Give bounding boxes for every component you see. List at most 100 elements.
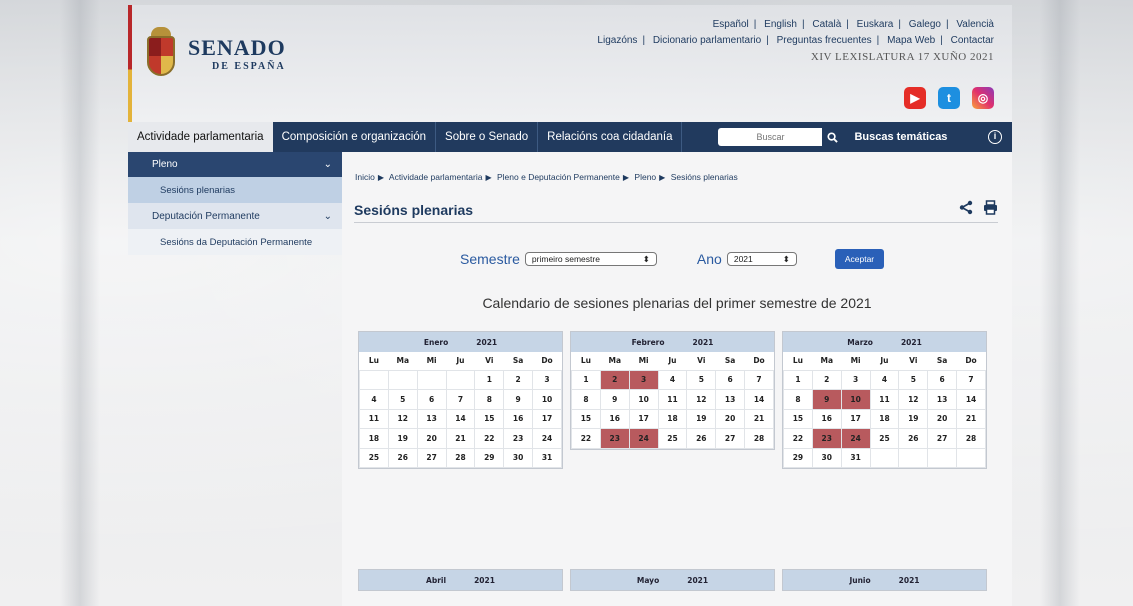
calendar-day: 1 bbox=[474, 369, 505, 390]
semestre-select[interactable]: primeiro semestre ⬍ bbox=[524, 252, 657, 266]
youtube-icon[interactable]: ▶ bbox=[904, 87, 926, 109]
weekday-label: Do bbox=[753, 356, 765, 366]
sidebar-item-sesions-plenarias[interactable]: Sesións plenarias bbox=[128, 177, 342, 203]
session-day[interactable]: 2 bbox=[599, 369, 630, 390]
senado-logo[interactable]: SENADO DE ESPAÑA bbox=[144, 27, 286, 81]
calendar-day: 7 bbox=[956, 369, 986, 390]
calendar-header: Marzo 2021 bbox=[783, 332, 986, 352]
weekday-label: Ma bbox=[608, 356, 622, 366]
weekday-label: Mi bbox=[638, 356, 649, 366]
calendar-month: Junio bbox=[849, 575, 871, 585]
calendar-day: 12 bbox=[898, 389, 929, 410]
info-button[interactable]: i bbox=[988, 122, 1002, 152]
site-header: SENADO DE ESPAÑA Español | English | Catal… bbox=[128, 5, 1012, 122]
calendar-day: 15 bbox=[783, 408, 813, 429]
calendar-enero: Enero 2021 Lu Ma Mi Ju Vi Sa Do 1 2 3 4 5 6 7 8 9 10 11 12 13… bbox=[358, 331, 563, 469]
lang-link-en[interactable]: English bbox=[764, 19, 797, 30]
calendar-day: 16 bbox=[811, 408, 842, 429]
weekday-label: Sa bbox=[724, 356, 736, 366]
session-day[interactable]: 24 bbox=[840, 428, 871, 449]
calendar-day: 19 bbox=[686, 408, 717, 429]
instagram-icon[interactable]: ◎ bbox=[972, 87, 994, 109]
calendar-day: 17 bbox=[840, 408, 871, 429]
calendar-day: 14 bbox=[956, 389, 986, 410]
nav-sobre[interactable]: Sobre o Senado bbox=[436, 122, 539, 152]
lang-link-ca[interactable]: Català bbox=[812, 19, 841, 30]
nav-relacions[interactable]: Relacións coa cidadanía bbox=[538, 122, 683, 152]
sidebar-item-deputacion[interactable]: Deputación Permanente ⌄ bbox=[128, 203, 342, 229]
calendar-day: 7 bbox=[445, 389, 476, 410]
lang-link-gl[interactable]: Galego bbox=[909, 19, 941, 30]
session-day[interactable]: 23 bbox=[599, 428, 630, 449]
calendar-day: 6 bbox=[927, 369, 958, 390]
calendar-day: 11 bbox=[869, 389, 900, 410]
main-navigation: Actividade parlamentaria Composición e o… bbox=[128, 122, 1012, 152]
search-button[interactable] bbox=[822, 128, 843, 146]
nav-actividade[interactable]: Actividade parlamentaria bbox=[128, 122, 273, 152]
calendar-day: 25 bbox=[657, 428, 688, 449]
weekday-label: Ju bbox=[668, 356, 677, 366]
aceptar-button[interactable]: Aceptar bbox=[834, 249, 885, 269]
page-actions bbox=[959, 200, 998, 219]
nav-buscas-tematicas[interactable]: Buscas temáticas bbox=[854, 122, 947, 152]
calendar-header: Junio 2021 bbox=[783, 570, 986, 590]
main-content: Inicio ▶ Actividade parlamentaria ▶ Pleno … bbox=[342, 152, 1012, 606]
print-icon[interactable] bbox=[983, 200, 998, 219]
breadcrumb-item[interactable]: Pleno bbox=[634, 172, 656, 182]
link-preguntas[interactable]: Preguntas frecuentes bbox=[777, 35, 872, 46]
calendar-day: 28 bbox=[445, 447, 476, 468]
weekday-label: Vi bbox=[485, 356, 494, 366]
calendar-empty bbox=[387, 369, 418, 390]
calendar-day: 20 bbox=[715, 408, 746, 429]
session-day[interactable]: 24 bbox=[628, 428, 659, 449]
sidebar: Pleno ⌄ Sesións plenarias Deputación Per… bbox=[128, 152, 342, 606]
calendar-day: 13 bbox=[416, 408, 447, 429]
link-mapa-web[interactable]: Mapa Web bbox=[887, 35, 935, 46]
calendar-day: 18 bbox=[869, 408, 900, 429]
chevron-down-icon: ⌄ bbox=[323, 159, 332, 170]
calendar-day: 10 bbox=[532, 389, 562, 410]
breadcrumb-item[interactable]: Inicio bbox=[355, 172, 375, 182]
session-day[interactable]: 10 bbox=[840, 389, 871, 410]
lang-link-eu[interactable]: Euskara bbox=[857, 19, 894, 30]
share-icon[interactable] bbox=[959, 200, 973, 219]
nav-composicion[interactable]: Composición e organización bbox=[273, 122, 437, 152]
link-contactar[interactable]: Contactar bbox=[951, 35, 994, 46]
sidebar-item-sesions-deputacion[interactable]: Sesións da Deputación Permanente bbox=[128, 229, 342, 255]
calendar-year: 2021 bbox=[474, 575, 495, 585]
coat-of-arms-icon bbox=[144, 27, 178, 81]
weekday-label: Do bbox=[541, 356, 553, 366]
calendar-heading: Calendario de sesiones plenarias del pri… bbox=[482, 295, 872, 311]
calendar-empty bbox=[956, 447, 986, 468]
twitter-icon[interactable]: t bbox=[938, 87, 960, 109]
session-day[interactable]: 23 bbox=[811, 428, 842, 449]
calendar-day: 18 bbox=[657, 408, 688, 429]
calendar-day: 13 bbox=[715, 389, 746, 410]
info-icon: i bbox=[988, 130, 1002, 144]
ano-select[interactable]: 2021 ⬍ bbox=[726, 252, 797, 266]
session-day[interactable]: 3 bbox=[628, 369, 659, 390]
calendar-header: Abril 2021 bbox=[359, 570, 562, 590]
lang-link-es[interactable]: Español bbox=[713, 19, 749, 30]
search-input[interactable] bbox=[718, 128, 823, 146]
breadcrumb-item[interactable]: Pleno e Deputación Permanente bbox=[497, 172, 620, 182]
sidebar-item-pleno[interactable]: Pleno ⌄ bbox=[128, 152, 342, 177]
calendar-day: 18 bbox=[359, 428, 389, 449]
link-dicionario[interactable]: Dicionario parlamentario bbox=[653, 35, 761, 46]
link-ligazons[interactable]: Ligazóns bbox=[597, 35, 637, 46]
calendar-day: 19 bbox=[387, 428, 418, 449]
calendar-day: 20 bbox=[416, 428, 447, 449]
calendar-year: 2021 bbox=[900, 337, 922, 347]
calendar-day: 19 bbox=[898, 408, 929, 429]
calendar-day: 5 bbox=[898, 369, 929, 390]
breadcrumb: Inicio ▶ Actividade parlamentaria ▶ Pleno … bbox=[355, 172, 738, 182]
calendar-abril: Abril 2021 bbox=[358, 569, 563, 591]
calendar-day: 1 bbox=[783, 369, 813, 390]
calendar-day: 8 bbox=[571, 389, 601, 410]
breadcrumb-item[interactable]: Actividade parlamentaria bbox=[389, 172, 483, 182]
lang-link-va[interactable]: Valencià bbox=[956, 19, 994, 30]
logo-title: SENADO bbox=[188, 34, 286, 60]
weekday-label: Mi bbox=[426, 356, 437, 366]
sidebar-item-label: Deputación Permanente bbox=[152, 210, 260, 222]
session-day[interactable]: 9 bbox=[811, 389, 842, 410]
